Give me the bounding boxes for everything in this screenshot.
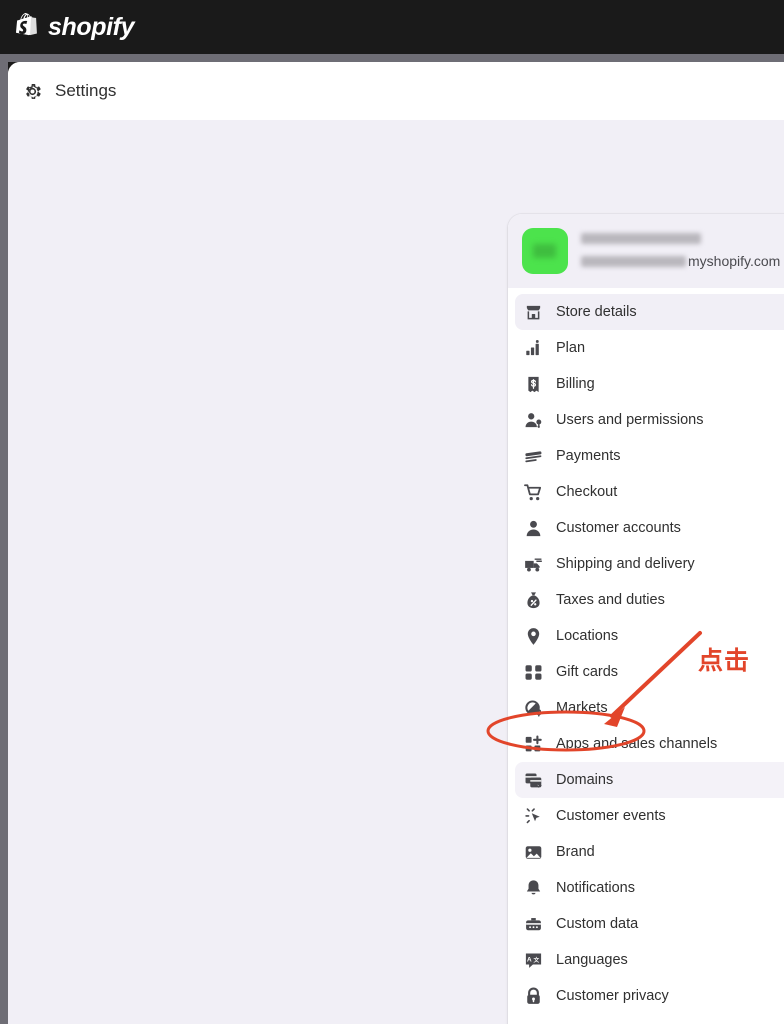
menu-item-languages[interactable]: A 文 Languages — [515, 942, 784, 978]
settings-body: myshopify.com Store details Plan Billing Us… — [8, 120, 784, 1024]
topbar-divider — [0, 54, 784, 62]
svg-text:文: 文 — [534, 955, 540, 963]
menu-item-label: Brand — [556, 844, 595, 860]
menu-item-customer-events[interactable]: Customer events — [515, 798, 784, 834]
receipt-dollar-icon — [528, 376, 539, 392]
menu-item-label: Languages — [556, 952, 628, 968]
menu-item-label: Checkout — [556, 484, 618, 500]
menu-item-customer-accounts[interactable]: Customer accounts — [515, 510, 784, 546]
menu-item-shipping-and-delivery[interactable]: Shipping and delivery — [515, 546, 784, 582]
delivery-truck-icon — [525, 557, 543, 572]
bell-icon — [526, 879, 541, 894]
menu-item-label: Markets — [556, 700, 608, 716]
image-brand-icon — [525, 845, 542, 859]
person-icon — [526, 520, 541, 536]
menu-item-label: Apps and sales channels — [556, 736, 718, 752]
svg-text:A: A — [527, 956, 532, 963]
store-avatar — [522, 228, 568, 274]
menu-item-markets[interactable]: Markets — [515, 690, 784, 726]
menu-item-label: Locations — [556, 628, 619, 644]
shopping-cart-icon — [524, 483, 542, 500]
money-bag-percent-icon — [527, 591, 540, 608]
location-pin-icon — [527, 627, 540, 645]
menu-item-label: Payments — [556, 448, 621, 464]
domains-window-icon — [525, 772, 543, 788]
menu-item-label: Plan — [556, 340, 586, 356]
menu-item-label: Customer accounts — [556, 520, 681, 536]
database-icon — [526, 917, 541, 930]
menu-item-label: Shipping and delivery — [556, 556, 695, 572]
app-frame: Settings myshopify.com Store details Plan… — [8, 62, 784, 1024]
store-domain: myshopify.com — [581, 253, 780, 269]
menu-item-taxes-and-duties[interactable]: Taxes and duties — [515, 582, 784, 618]
translate-icon: A文 — [525, 952, 542, 968]
page-title: Settings — [55, 81, 117, 100]
menu-item-label: Notifications — [556, 880, 635, 896]
settings-header: Settings — [8, 62, 784, 120]
settings-card: myshopify.com Store details Plan Billing Us… — [508, 214, 784, 1024]
annotation-label: 点击 — [698, 647, 751, 675]
storefront-icon — [526, 305, 541, 319]
menu-item-label: Customer privacy — [556, 988, 669, 1004]
menu-item-label: Store details — [556, 304, 637, 320]
chart-bar-icon — [526, 339, 539, 355]
menu-item-brand[interactable]: Brand — [515, 834, 784, 870]
menu-item-label: Gift cards — [556, 664, 619, 680]
globe-dollar-icon — [525, 700, 542, 717]
menu-item-label: Users and permissions — [556, 412, 704, 428]
gear-icon — [26, 83, 41, 99]
left-rail — [0, 62, 8, 1024]
menu-item-notifications[interactable]: Notifications — [515, 870, 784, 906]
menu-item-label: Domains — [556, 772, 614, 788]
menu-item-checkout[interactable]: Checkout — [515, 474, 784, 510]
menu-item-plan[interactable]: Plan — [515, 330, 784, 366]
shopify-logo[interactable]: shopify — [16, 13, 134, 42]
store-domain-prefix-redacted — [581, 255, 686, 267]
store-meta: myshopify.com — [581, 233, 780, 269]
menu-item-payments[interactable]: Payments — [515, 438, 784, 474]
shopify-bag-icon — [16, 13, 37, 36]
menu-item-label: Billing — [556, 376, 595, 392]
user-key-icon — [525, 412, 542, 428]
store-name-redacted — [581, 233, 701, 244]
menu-item-label: Custom data — [556, 916, 639, 932]
menu-item-users-and-permissions[interactable]: Users and permissions — [515, 402, 784, 438]
gift-card-icon — [525, 664, 542, 680]
menu-item-billing[interactable]: Billing — [515, 366, 784, 402]
menu-item-policies[interactable]: Policies — [515, 1014, 784, 1024]
menu-item-domains[interactable]: Domains — [515, 762, 784, 798]
store-card-header[interactable]: myshopify.com — [508, 214, 784, 288]
menu-item-store-details[interactable]: Store details — [515, 294, 784, 330]
cursor-click-icon — [525, 807, 540, 823]
apps-grid-plus-icon — [525, 734, 542, 751]
menu-item-customer-privacy[interactable]: Customer privacy — [515, 978, 784, 1014]
store-domain-suffix: myshopify.com — [688, 253, 781, 269]
lock-icon — [527, 986, 540, 1004]
global-topbar: shopify — [0, 0, 784, 54]
payment-card-icon — [525, 450, 542, 462]
menu-item-label: Customer events — [556, 808, 666, 824]
menu-item-apps-and-sales-channels[interactable]: Apps and sales channels — [515, 726, 784, 762]
shopify-wordmark: shopify — [48, 12, 135, 41]
menu-item-label: Taxes and duties — [556, 592, 665, 608]
menu-item-custom-data[interactable]: Custom data — [515, 906, 784, 942]
